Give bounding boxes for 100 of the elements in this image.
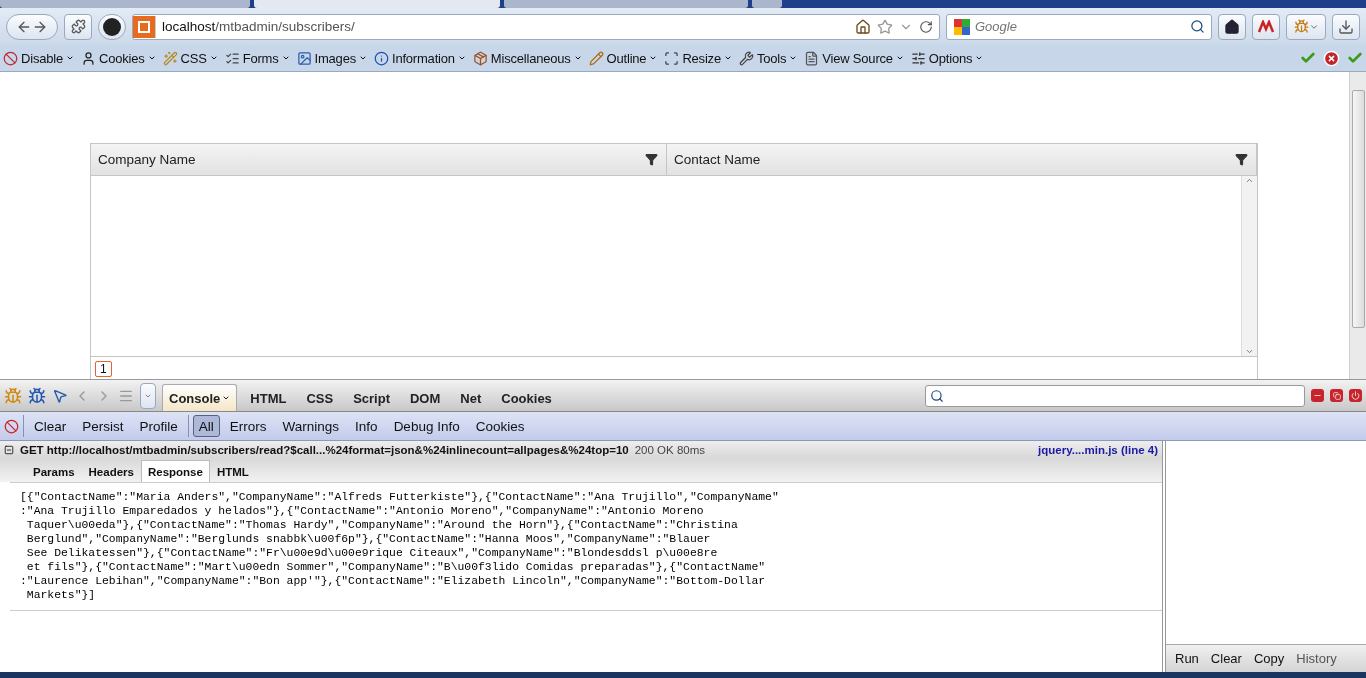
image-icon [296,50,312,66]
site-icon [133,15,156,38]
source-link[interactable]: jquery....min.js (line 4) [1038,443,1158,456]
panel-tab[interactable]: Console [162,384,238,411]
download-icon [1338,18,1354,35]
detach-button[interactable] [1330,389,1343,402]
power-icon [1351,391,1360,400]
wand-icon [162,50,178,66]
toolbar-menu[interactable]: Cookies [80,50,156,66]
addon-button[interactable] [1252,13,1280,40]
response-tab[interactable]: Params [26,460,82,482]
document-icon [804,50,820,66]
bug-icon[interactable] [28,386,46,405]
address-field[interactable]: localhost/mtbadmin/subscribers/ [132,13,940,40]
url-text: localhost/mtbadmin/subscribers/ [162,19,356,34]
download-button[interactable] [1332,13,1360,40]
page-link[interactable]: 1 [95,361,112,377]
console-button[interactable]: Persist [76,415,130,437]
toolbar-menu[interactable]: CSS [162,50,218,66]
search-icon[interactable] [1190,19,1205,34]
toolbar-menu[interactable]: Tools [738,50,798,66]
filter-button[interactable]: Debug Info [387,415,466,437]
addon-button[interactable] [64,13,92,40]
request-url[interactable]: GET http://localhost/mtbadmin/subscribers/read?$call...%24format=json&%24inlinecount=allpages&%24top=10 [20,443,629,456]
dropdown-button[interactable] [140,382,156,409]
resize-icon [664,50,680,66]
response-text: [{"ContactName":"Maria Anders","CompanyName":"Alfreds Futterkiste"},{"ContactName":"Ana Trujillo","CompanyName" :"Ana Trujillo Emparedados y helados"},{"ContactName":"Antonio Moreno","CompanyName":"Antonio Moreno Taquer\u00eda"},{"ContactName":"Thomas Hardy","CompanyName":"Around the Horn"},{"ContactName":"Christina Berglund","CompanyName":"Berglunds snabbk\u00f6p"},{"ContactName":"Hanna Moos","CompanyName":"Blauer See Delikatessen"},{"ContactName":"Fr\u00e9d\u00e9rique Citeaux","CompanyName":"Blondesddsl p\u00e8re et fils"},{"ContactName":"Mart\u00edn Sommer","CompanyName":"B\u00f3lido Comidas preparadas"},{"ContactName" :"Laurence Lebihan","CompanyName":"Bon app'"},{"ContactName":"Elizabeth Lincoln","CompanyName":"Bottom-Dollar Markets"}] [10,482,1162,611]
search-bar[interactable]: Google [946,13,1212,40]
response-tab[interactable]: Headers [81,460,141,482]
package-icon [472,50,488,66]
circle-icon [103,17,121,36]
caret-icon [723,54,732,62]
check-icon[interactable] [1300,50,1316,66]
toolbar-menu[interactable]: Forms [224,50,290,66]
toolbar-menu[interactable]: Disable [3,50,74,66]
clear-icon[interactable] [4,418,19,434]
home-button[interactable] [1218,13,1246,40]
command-button[interactable]: Run [1170,651,1204,666]
collapse-icon[interactable] [4,444,14,455]
filter-button[interactable]: All [192,415,220,437]
search-field[interactable] [925,384,1305,407]
profile-button[interactable] [98,13,126,40]
filter-button[interactable]: Cookies [469,415,531,437]
panel-tab[interactable]: DOM [403,384,448,411]
info-icon [373,50,389,66]
caret-icon [573,54,582,62]
toolbar-menu[interactable]: Images [296,50,367,66]
caret-icon [975,54,984,62]
filter-button[interactable]: Errors [223,415,273,437]
search-icon [930,388,944,403]
panel-tab[interactable]: Net [453,384,489,411]
caret-icon [281,54,290,62]
toolbar-menu[interactable]: Information [373,50,466,66]
scrollbar[interactable] [1241,176,1257,356]
back-forward-button[interactable] [6,13,58,40]
column-title: Contact Name [674,152,761,167]
caret-icon [789,54,798,62]
toolbar-menu[interactable]: Resize [664,50,732,66]
panel-tab[interactable]: Cookies [494,384,559,411]
response-tab[interactable]: Response [140,460,210,482]
inspect-icon[interactable] [52,387,68,404]
filter-icon[interactable] [645,153,658,166]
caret-icon [65,54,74,62]
minimize-button[interactable] [1311,389,1324,402]
console-button[interactable]: Profile [133,415,184,437]
filter-button[interactable]: Info [349,415,384,437]
column-header[interactable]: Company Name [91,144,667,175]
filter-button[interactable]: Warnings [276,415,346,437]
caret-icon [649,54,658,62]
filter-icon[interactable] [1235,153,1248,166]
toolbar-menu[interactable]: Outline [588,50,658,66]
firebug-button[interactable] [1286,13,1326,40]
bug-icon [1293,19,1309,34]
toolbar-menu[interactable]: Options [910,50,984,66]
panel-tab[interactable]: CSS [299,384,341,411]
search-engine-icon [953,17,971,36]
response-tab[interactable]: HTML [209,460,256,482]
star-icon[interactable] [877,18,893,35]
caret-icon [147,54,156,62]
reload-icon[interactable] [919,19,933,34]
zigzag-icon [1257,19,1275,34]
panel-tab[interactable]: Script [346,384,397,411]
home-icon[interactable] [855,18,871,35]
toolbar-menu[interactable]: Miscellaneous [472,50,582,66]
panel-tab[interactable]: HTML [243,384,294,411]
caret-icon [209,54,218,62]
caret-icon [895,54,904,62]
check-icon[interactable] [1347,50,1363,66]
scrollbar[interactable] [1349,72,1366,379]
console-button[interactable]: Clear [28,415,73,437]
command-button[interactable]: History [1291,651,1342,666]
column-header[interactable]: Contact Name [667,144,1257,175]
close-icon[interactable] [1323,49,1340,67]
command-button[interactable]: Clear [1205,651,1247,666]
close-button[interactable] [1349,389,1362,402]
bug-icon[interactable] [4,386,22,405]
command-button[interactable]: Copy [1248,651,1290,666]
form-icon [224,50,240,66]
options-icon [910,50,926,66]
toolbar-menu[interactable]: View Source [804,50,904,66]
